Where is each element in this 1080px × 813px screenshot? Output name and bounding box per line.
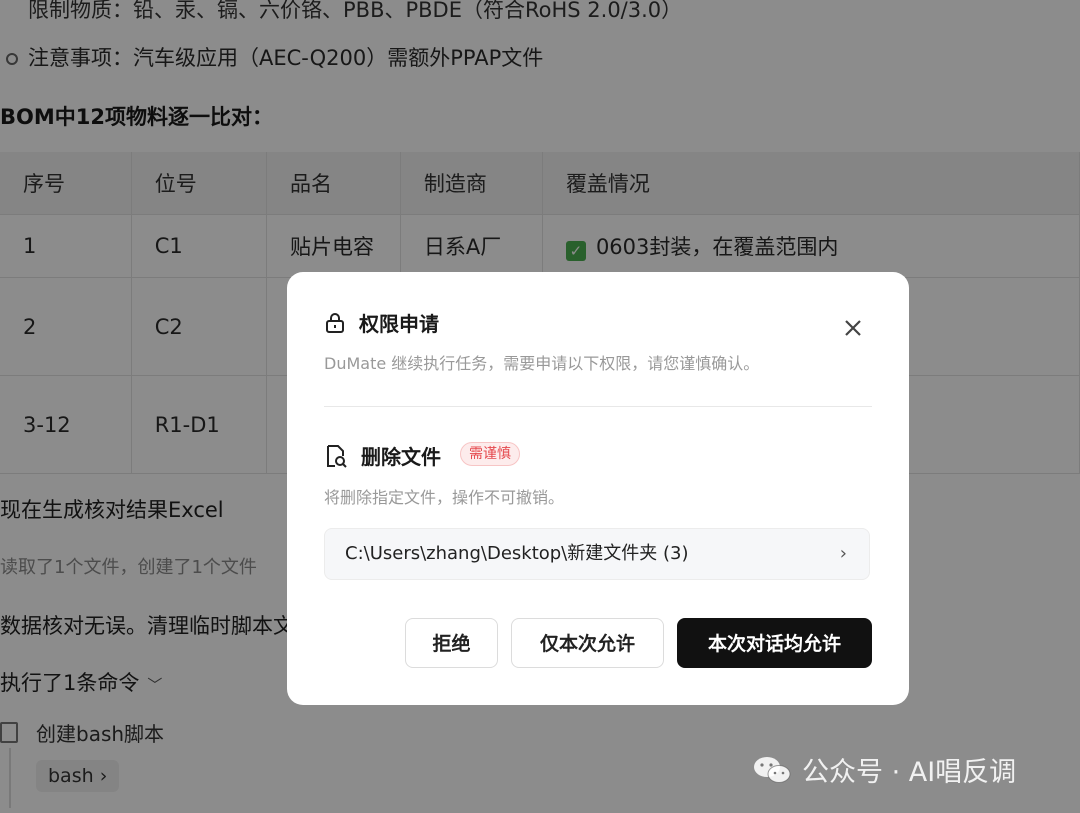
caution-badge: 需谨慎 bbox=[460, 442, 520, 466]
watermark-text: 公众号 · AI唱反调 bbox=[802, 757, 1017, 788]
chevron-right-icon: › bbox=[839, 543, 847, 564]
dialog-title: 权限申请 bbox=[359, 312, 439, 336]
file-path-text: C:\Users\zhang\Desktop\新建文件夹 (3) bbox=[345, 543, 689, 564]
allow-session-button[interactable]: 本次对话均允许 bbox=[677, 618, 872, 668]
permission-name: 删除文件 bbox=[361, 445, 441, 469]
file-search-icon bbox=[327, 445, 347, 468]
close-icon[interactable] bbox=[839, 314, 867, 342]
allow-once-button[interactable]: 仅本次允许 bbox=[511, 618, 664, 668]
divider bbox=[324, 406, 872, 407]
permission-warning: 将删除指定文件，操作不可撤销。 bbox=[324, 488, 565, 507]
reject-button[interactable]: 拒绝 bbox=[405, 618, 498, 668]
file-path-row[interactable]: C:\Users\zhang\Desktop\新建文件夹 (3) › bbox=[324, 528, 870, 580]
lock-icon bbox=[326, 313, 344, 333]
watermark: 公众号 · AI唱反调 bbox=[752, 750, 1016, 789]
wechat-icon bbox=[754, 757, 791, 783]
dialog-description: DuMate 继续执行任务，需要申请以下权限，请您谨慎确认。 bbox=[324, 354, 760, 373]
permission-dialog: 权限申请 DuMate 继续执行任务，需要申请以下权限，请您谨慎确认。 删除文件… bbox=[287, 272, 909, 705]
